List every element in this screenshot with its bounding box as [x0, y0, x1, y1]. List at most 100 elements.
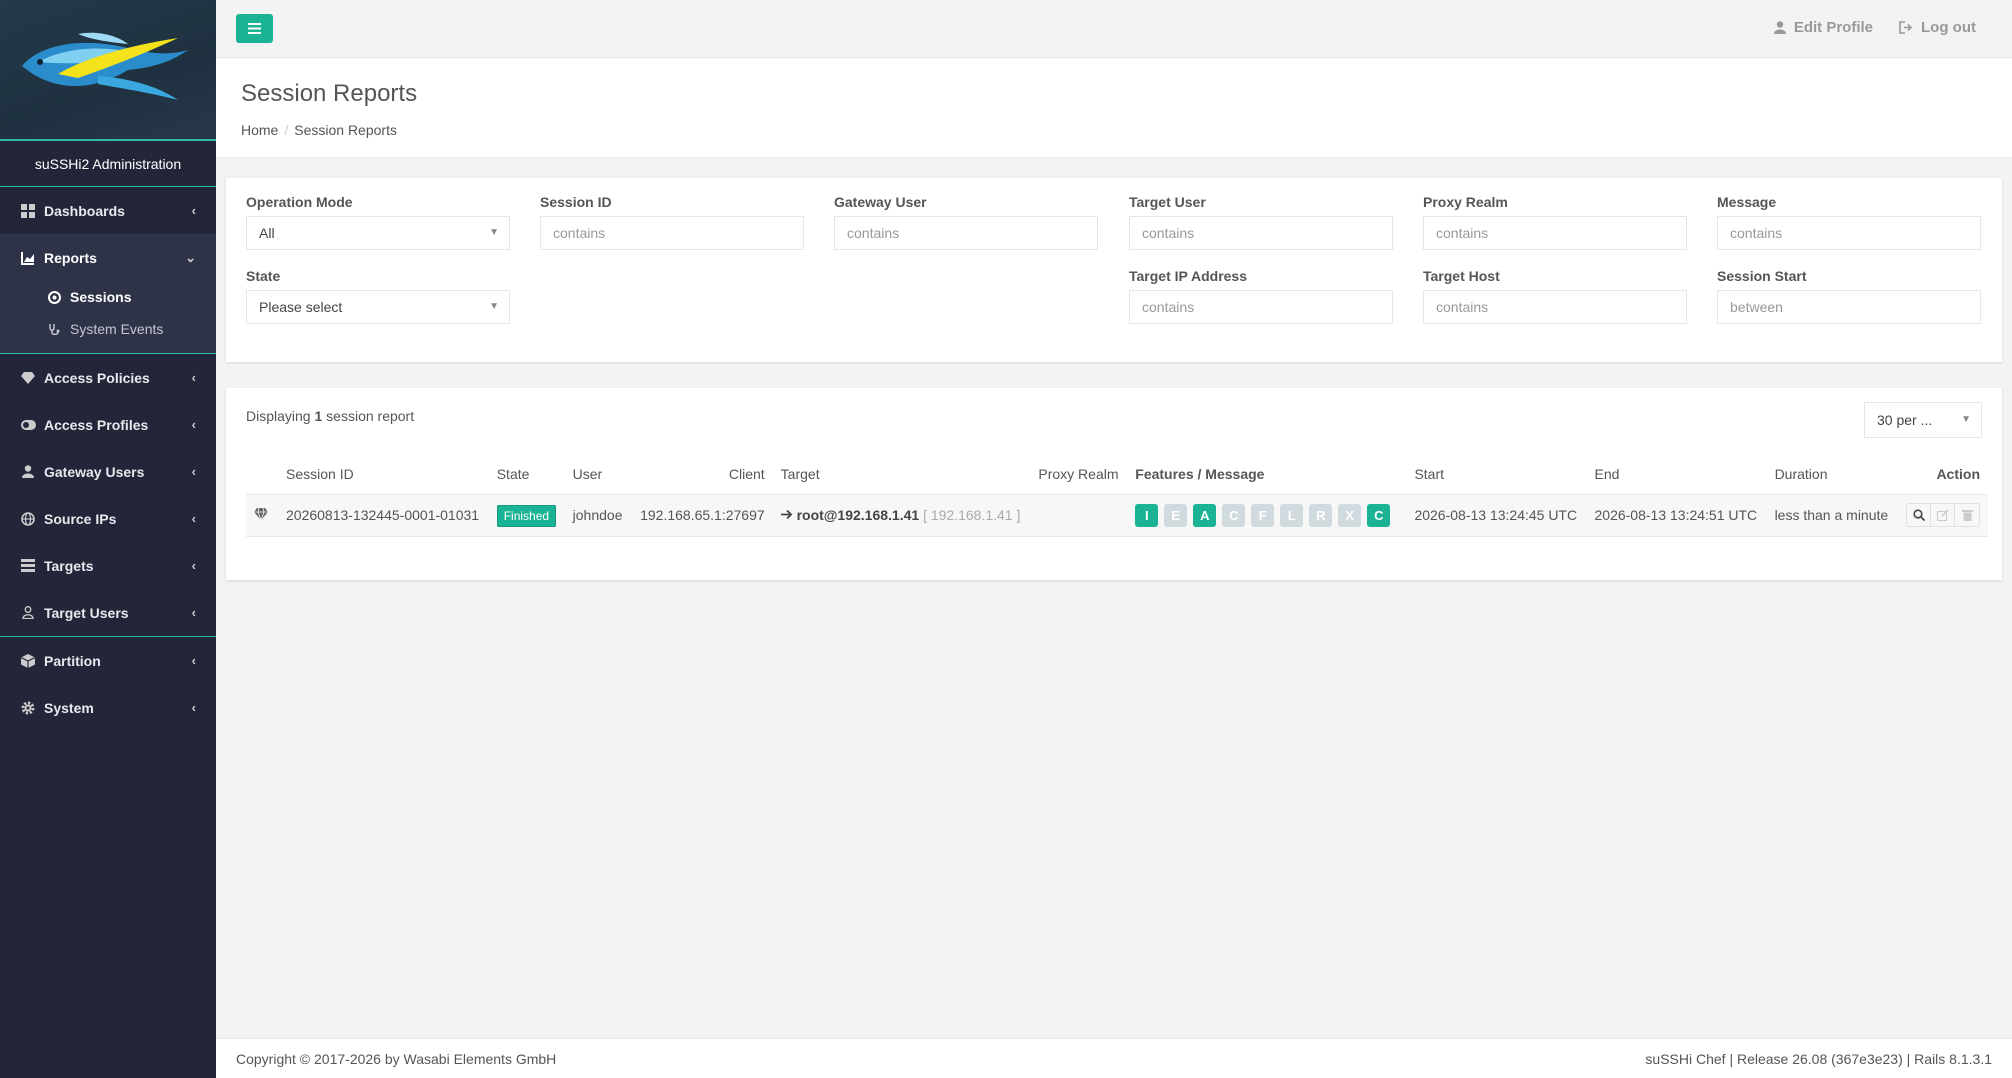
sidebar-item-label: Gateway Users — [44, 463, 145, 480]
user-icon — [1773, 21, 1786, 34]
chevron-left-icon: ‹ — [191, 203, 196, 218]
gateway-user-label: Gateway User — [834, 194, 927, 210]
delete-button[interactable] — [1955, 504, 1979, 526]
target-ip-input[interactable]: contains — [1129, 290, 1393, 324]
sidebar-item-reports[interactable]: Reports ⌄ — [0, 234, 216, 281]
state-select[interactable]: Please select ▼ — [246, 290, 510, 324]
start-cell: 2026-08-13 13:24:45 UTC — [1406, 494, 1587, 537]
gateway-user-filter: Gateway User contains — [834, 194, 1098, 250]
sidebar-item-access-profiles[interactable]: Access Profiles ‹ — [0, 401, 216, 448]
per-page-select[interactable]: 30 per ... ▼ — [1864, 402, 1982, 438]
results-summary: Displaying 1 session report — [246, 408, 415, 424]
row-icon-cell — [246, 494, 278, 537]
features-cell: IEACFLRXC — [1127, 494, 1407, 537]
column-header-user[interactable]: User — [564, 454, 631, 495]
feature-badge: I — [1135, 503, 1159, 527]
stethoscope-icon — [46, 323, 62, 336]
feature-badge: F — [1251, 503, 1275, 527]
message-label: Message — [1717, 194, 1777, 210]
diamond-icon — [20, 370, 36, 386]
message-input[interactable]: contains — [1717, 216, 1981, 250]
target-user-label: Target User — [1129, 194, 1206, 210]
copyright-text: Copyright © 2017-2026 by Wasabi Elements… — [236, 1050, 557, 1067]
server-icon — [20, 558, 36, 574]
logo[interactable] — [0, 0, 216, 141]
sidebar-item-gateway-users[interactable]: Gateway Users ‹ — [0, 448, 216, 495]
target-user-filter: Target User contains — [1129, 194, 1393, 250]
sidebar-subitem-sessions[interactable]: Sessions — [0, 281, 216, 313]
chevron-left-icon: ‹ — [191, 464, 196, 479]
column-header-client[interactable]: Client — [631, 454, 773, 495]
logout-link[interactable]: Log out — [1899, 19, 1976, 36]
target-host-label: Target Host — [1423, 268, 1500, 284]
target-host-text: root@192.168.1.41 — [796, 507, 920, 523]
sidebar-item-label: Source IPs — [44, 510, 117, 527]
sidebar-subitem-system-events[interactable]: System Events — [0, 313, 216, 345]
topbar: Edit Profile Log out — [216, 0, 2012, 58]
feature-badge: E — [1164, 503, 1188, 527]
breadcrumb-home[interactable]: Home — [241, 122, 278, 138]
chevron-left-icon: ‹ — [191, 653, 196, 668]
end-cell: 2026-08-13 13:24:51 UTC — [1586, 494, 1767, 537]
dashboard-icon — [20, 203, 36, 219]
session-start-input[interactable]: between — [1717, 290, 1981, 324]
sidebar-item-partition[interactable]: Partition ‹ — [0, 637, 216, 684]
proxy-realm-filter: Proxy Realm contains — [1423, 194, 1687, 250]
gateway-user-input[interactable]: contains — [834, 216, 1098, 250]
target-user-input[interactable]: contains — [1129, 216, 1393, 250]
column-header-features: Features / Message — [1127, 454, 1407, 495]
release-info: suSSHi Chef | Release 26.08 (367e3e23) |… — [1645, 1050, 1992, 1067]
target-ip-label: Target IP Address — [1129, 268, 1248, 284]
reports-submenu: Sessions System Events — [0, 281, 216, 354]
client-cell: 192.168.65.1:27697 — [631, 494, 773, 537]
action-cell — [1897, 494, 1988, 537]
feature-badge: R — [1309, 503, 1333, 527]
column-header-state[interactable]: State — [488, 454, 565, 495]
menu-toggle-button[interactable] — [236, 14, 273, 43]
edit-button[interactable] — [1931, 504, 1955, 526]
column-header-duration[interactable]: Duration — [1766, 454, 1898, 495]
sidebar-item-label: Targets — [44, 557, 94, 574]
status-badge: Finished — [496, 505, 557, 527]
sidebar-item-label: Target Users — [44, 604, 129, 621]
table-header-row: Session ID State User Client Target Prox… — [246, 454, 1988, 495]
footer: Copyright © 2017-2026 by Wasabi Elements… — [216, 1038, 2012, 1078]
sidebar-item-access-policies[interactable]: Access Policies ‹ — [0, 354, 216, 401]
sidebar-item-dashboards[interactable]: Dashboards ‹ — [0, 187, 216, 234]
column-header-proxy-realm[interactable]: Proxy Realm — [1030, 454, 1128, 495]
operation-mode-select[interactable]: All ▼ — [246, 216, 510, 250]
session-start-filter: Session Start between — [1717, 268, 1981, 324]
filter-panel: Operation Mode All ▼ Session ID contains … — [226, 178, 2002, 362]
column-header-action: Action — [1897, 454, 1988, 495]
fish-logo-icon — [22, 32, 188, 100]
view-button[interactable] — [1907, 504, 1931, 526]
state-cell: Finished — [488, 494, 565, 537]
sidebar-item-source-ips[interactable]: Source IPs ‹ — [0, 495, 216, 542]
column-header-target[interactable]: Target — [772, 454, 1031, 495]
proxy-realm-input[interactable]: contains — [1423, 216, 1687, 250]
sidebar-item-label: Reports — [44, 249, 97, 266]
proxy-realm-cell — [1030, 494, 1128, 537]
target-ip-text: [ 192.168.1.41 ] — [923, 507, 1021, 523]
sidebar-item-target-users[interactable]: Target Users ‹ — [0, 589, 216, 636]
feature-badge: A — [1193, 503, 1217, 527]
sidebar-subitem-label: System Events — [70, 321, 164, 337]
session-id-input[interactable]: contains — [540, 216, 804, 250]
target-host-input[interactable]: contains — [1423, 290, 1687, 324]
chevron-left-icon: ‹ — [191, 370, 196, 385]
column-header-end[interactable]: End — [1586, 454, 1767, 495]
breadcrumb: Home / Session Reports — [241, 122, 397, 138]
sidebar-item-system[interactable]: System ‹ — [0, 684, 216, 731]
column-header-session-id[interactable]: Session ID — [278, 454, 489, 495]
chevron-left-icon: ‹ — [191, 700, 196, 715]
sidebar-item-targets[interactable]: Targets ‹ — [0, 542, 216, 589]
arrow-right-icon — [780, 507, 797, 523]
table-row[interactable]: 20260813-132445-0001-01031 Finished john… — [246, 494, 1988, 537]
target-icon — [46, 290, 62, 304]
session-id-label: Session ID — [540, 194, 612, 210]
column-header-start[interactable]: Start — [1406, 454, 1587, 495]
feature-badge: C — [1222, 503, 1246, 527]
sidebar: suSSHi2 Administration Dashboards ‹ Repo… — [0, 0, 216, 1078]
edit-profile-link[interactable]: Edit Profile — [1773, 19, 1873, 36]
chevron-left-icon: ‹ — [191, 511, 196, 526]
